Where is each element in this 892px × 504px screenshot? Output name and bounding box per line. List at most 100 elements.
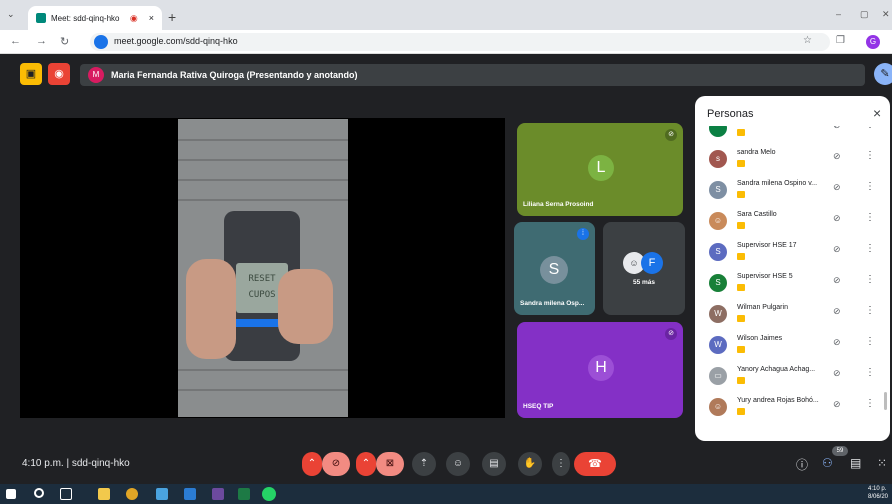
present-screen-icon[interactable]: ⇡ [412, 452, 436, 476]
maximize-icon[interactable]: ▢ [860, 9, 869, 20]
participant-name: sandra Melo [737, 149, 776, 156]
more-options-icon[interactable]: ⋮ [865, 336, 875, 347]
tile-liliana[interactable]: L ⊘ Liliana Serna Prosoind [517, 123, 683, 216]
list-item[interactable]: s sandra Melo ⊘ ⋮ [695, 145, 890, 176]
more-options-icon[interactable]: ⋮ [865, 150, 875, 161]
scrollbar[interactable] [884, 392, 887, 410]
list-item[interactable]: W Wilson Jaimes ⊘ ⋮ [695, 331, 890, 362]
tile-avatar: F [641, 252, 663, 274]
audio-options-icon[interactable]: ⌃ [302, 452, 322, 476]
separator: | [66, 458, 70, 469]
mic-off-icon[interactable]: ⊘ [833, 399, 841, 410]
camera-off-button[interactable]: ⊠ [376, 452, 404, 476]
tile-name: Liliana Serna Prosoind [523, 201, 594, 208]
more-options-icon[interactable]: ⋮ [552, 452, 570, 476]
extensions-icon[interactable]: ❐ [836, 35, 845, 46]
captions-icon[interactable]: ▤ [482, 452, 506, 476]
minimize-icon[interactable]: – [836, 9, 841, 19]
mic-off-icon[interactable]: ⊘ [833, 244, 841, 255]
video-options-icon[interactable]: ⌃ [356, 452, 376, 476]
participant-name: Supervisor HSE 5 [737, 273, 793, 280]
list-item[interactable]: S Supervisor HSE 17 ⊘ ⋮ [695, 238, 890, 269]
taskbar-clock[interactable]: 4:10 p. 8/06/20 [868, 485, 888, 501]
mic-off-icon[interactable]: ⊘ [833, 213, 841, 224]
list-item[interactable]: ☺ Yury andrea Rojas Bohó... ⊘ ⋮ [695, 393, 890, 424]
end-call-button[interactable]: ☎ [574, 452, 616, 476]
emoji-icon[interactable]: ☺ [446, 452, 470, 476]
tile-more-participants[interactable]: ☺ F 55 más [603, 222, 685, 315]
bookmark-star-icon[interactable]: ☆ [803, 35, 812, 46]
tab-close-icon[interactable]: × [149, 13, 154, 23]
reload-icon[interactable]: ↻ [60, 35, 69, 48]
raise-hand-icon[interactable]: ✋ [518, 452, 542, 476]
tab-search-icon[interactable]: ⌄ [7, 9, 15, 20]
close-window-icon[interactable]: ✕ [882, 9, 890, 20]
address-bar-row: ← → ↻ meet.google.com/sdd-qinq-hko ☆ ❐ [0, 30, 892, 54]
whatsapp-icon[interactable] [262, 487, 276, 501]
teams-icon[interactable] [212, 488, 224, 500]
word-icon[interactable] [184, 488, 196, 500]
presentation-icon[interactable]: ▣ [20, 63, 42, 85]
host-badge-icon [737, 315, 745, 322]
search-icon[interactable] [34, 488, 44, 498]
more-options-icon[interactable]: ⋮ [865, 367, 875, 378]
mic-off-button[interactable]: ⊘ [322, 452, 350, 476]
more-options-icon[interactable]: ⋮ [865, 212, 875, 223]
profile-avatar[interactable]: G [866, 35, 880, 49]
mic-off-icon[interactable]: ⊘ [833, 368, 841, 379]
mic-off-icon[interactable]: ⊘ [833, 126, 841, 131]
tile-hseq[interactable]: H ⊘ HSEQ TIP [517, 322, 683, 418]
more-options-icon[interactable]: ⋮ [865, 243, 875, 254]
more-options-icon[interactable]: ⋮ [865, 398, 875, 409]
more-options-icon[interactable]: ⋮ [865, 126, 875, 130]
close-icon[interactable]: × [873, 105, 881, 121]
file-explorer-icon[interactable] [98, 488, 110, 500]
stop-presenting-icon[interactable]: ◉ [48, 63, 70, 85]
tile-name: Sandra milena Osp... [520, 300, 585, 307]
activities-icon[interactable]: ⁙ [877, 456, 887, 470]
url-text[interactable]: meet.google.com/sdd-qinq-hko [114, 36, 238, 46]
chat-icon[interactable]: ▤ [850, 456, 861, 470]
mic-off-icon[interactable]: ⊘ [833, 151, 841, 162]
list-item[interactable]: ☺ Sara Castillo ⊘ ⋮ [695, 207, 890, 238]
back-icon[interactable]: ← [10, 35, 21, 47]
participant-photo-icon: ▭ [709, 367, 727, 385]
list-item[interactable]: S Sandra milena Ospino v... ⊘ ⋮ [695, 176, 890, 207]
outlook-icon[interactable] [156, 488, 168, 500]
taskbar-time: 4:10 p. [868, 486, 887, 492]
host-badge-icon [737, 253, 745, 260]
host-badge-icon [737, 222, 745, 229]
record-dot-icon: ◉ [129, 12, 138, 23]
tab-meet[interactable]: Meet: sdd-qinq-hko ◉ × [28, 6, 162, 30]
tile-sandra[interactable]: S ⁞ Sandra milena Osp... [514, 222, 595, 315]
info-icon[interactable]: ⓘ [796, 456, 808, 473]
mic-off-icon[interactable]: ⊘ [833, 275, 841, 286]
forward-icon[interactable]: → [36, 35, 47, 47]
more-options-icon[interactable]: ⋮ [865, 181, 875, 192]
host-badge-icon [737, 284, 745, 291]
meeting-code: sdd-qinq-hko [71, 458, 130, 469]
people-panel-title: Personas [707, 108, 754, 120]
list-item[interactable]: S Supervisor HSE 5 ⊘ ⋮ [695, 269, 890, 300]
more-options-icon[interactable]: ⋮ [865, 305, 875, 316]
new-tab-button[interactable]: + [168, 9, 176, 25]
omnibox[interactable]: meet.google.com/sdd-qinq-hko ☆ [90, 33, 830, 51]
mic-off-icon[interactable]: ⊘ [833, 306, 841, 317]
presenter-avatar: M [88, 67, 104, 83]
excel-icon[interactable] [238, 488, 250, 500]
site-info-icon[interactable] [94, 35, 108, 49]
task-view-icon[interactable] [60, 488, 72, 500]
list-item[interactable]: ▭ Yanory Achagua Achag... ⊘ ⋮ [695, 362, 890, 393]
participant-name: Yanory Achagua Achag... [737, 366, 816, 373]
list-item[interactable]: ⊘ ⋮ [695, 126, 890, 145]
mic-off-icon[interactable]: ⊘ [833, 182, 841, 193]
chrome-icon[interactable] [126, 488, 138, 500]
windows-start-icon[interactable] [6, 489, 16, 499]
host-badge-icon [737, 346, 745, 353]
list-item[interactable]: W Wilman Pulgarin ⊘ ⋮ [695, 300, 890, 331]
participant-avatar: S [709, 274, 727, 292]
mic-off-icon[interactable]: ⊘ [833, 337, 841, 348]
more-options-icon[interactable]: ⋮ [865, 274, 875, 285]
annotate-icon[interactable]: ✎ [874, 63, 892, 85]
people-icon[interactable]: ⚇ [822, 456, 833, 470]
